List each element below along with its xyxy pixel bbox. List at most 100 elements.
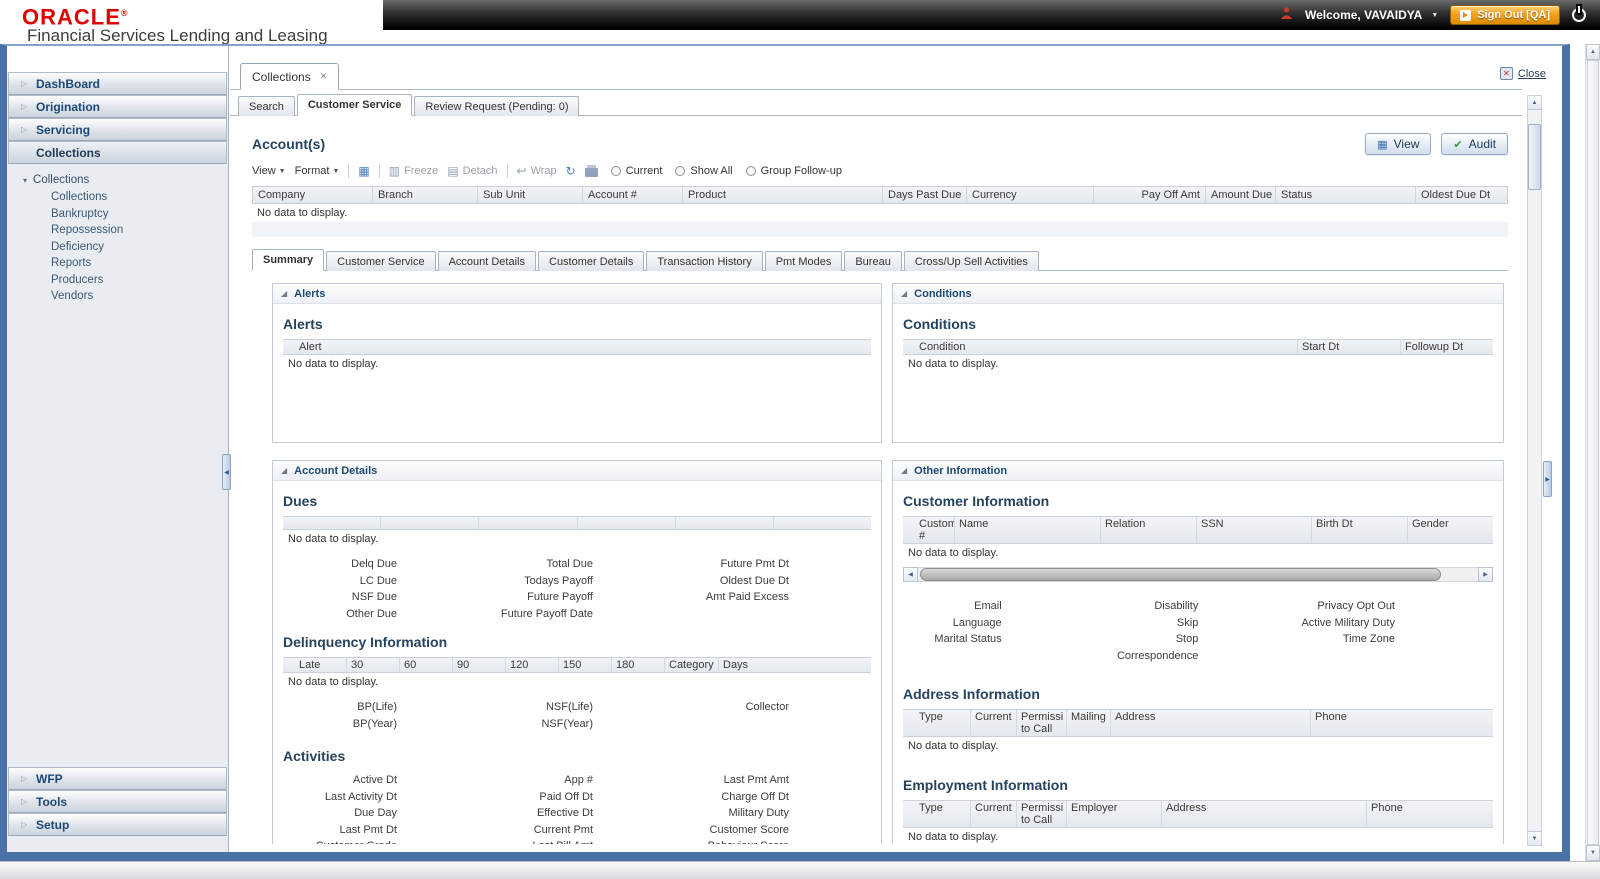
sign-out-button[interactable]: Sign Out [QA]: [1450, 5, 1560, 25]
alerts-panel-header[interactable]: ◢ Alerts: [273, 284, 881, 304]
tree-item-bankruptcy[interactable]: Bankruptcy: [23, 206, 226, 223]
customer-information-fields: Email Disability Privacy Opt Out Languag…: [903, 598, 1493, 664]
scroll-right-icon[interactable]: ▶: [1478, 567, 1493, 582]
print-icon[interactable]: [584, 165, 598, 177]
radio-group-follow-up[interactable]: Group Follow-up: [745, 165, 842, 177]
tree-item-repossession[interactable]: Repossession: [23, 222, 226, 239]
tab-pmt-modes[interactable]: Pmt Modes: [764, 251, 843, 271]
scroll-down-icon[interactable]: ▼: [1528, 831, 1541, 845]
tab-account-details[interactable]: Account Details: [437, 251, 536, 271]
field-label-empty: [675, 716, 871, 733]
sidebar-collapse-handle[interactable]: ◀: [222, 454, 231, 490]
scroll-down-icon[interactable]: ▼: [1586, 845, 1600, 861]
power-icon[interactable]: [1572, 8, 1586, 22]
scroll-up-icon[interactable]: ▲: [1528, 96, 1541, 110]
field-label: Charge Off Dt: [721, 790, 789, 803]
tree-item-reports[interactable]: Reports: [23, 255, 226, 272]
alerts-empty-row: No data to display.: [288, 358, 379, 370]
scrollbar-thumb[interactable]: [1528, 124, 1541, 190]
tab-review-request[interactable]: Review Request (Pending: 0): [414, 96, 580, 116]
sidebar-item-setup[interactable]: ▷ Setup: [8, 813, 227, 836]
detach-button[interactable]: ▤ Detach: [447, 165, 497, 177]
dues-empty-col: [283, 517, 382, 529]
radio-current[interactable]: Current: [610, 165, 662, 177]
sidebar-item-dashboard[interactable]: ▷ DashBoard: [8, 72, 227, 95]
wrap-icon: ↩: [516, 164, 527, 178]
tab-customer-service[interactable]: Customer Service: [296, 94, 413, 116]
col-company[interactable]: Company: [253, 187, 373, 203]
tree-item-producers[interactable]: Producers: [23, 272, 226, 289]
tab-bureau[interactable]: Bureau: [844, 251, 902, 271]
expand-arrow-icon: ▷: [21, 79, 28, 88]
tab-search[interactable]: Search: [238, 96, 295, 116]
tree-item-deficiency[interactable]: Deficiency: [23, 239, 226, 256]
tab-cross-up-sell[interactable]: Cross/Up Sell Activities: [903, 251, 1039, 271]
scroll-up-icon[interactable]: ▲: [1586, 44, 1600, 60]
col-pay-off-amt[interactable]: Pay Off Amt: [1094, 187, 1206, 203]
field-label: Future Payoff Date: [500, 607, 593, 620]
col-oldest-due-dt[interactable]: Oldest Due Dt: [1416, 187, 1507, 203]
sidebar-item-collections[interactable]: Collections: [8, 141, 227, 164]
sidebar-item-tools[interactable]: ▷ Tools: [8, 790, 227, 813]
other-information-panel-header[interactable]: ◢ Other Information: [893, 461, 1503, 481]
col-amount-due[interactable]: Amount Due: [1206, 187, 1276, 203]
detail-tabs: Summary Customer Service Account Details…: [252, 249, 1508, 271]
tree-item-vendors[interactable]: Vendors: [23, 288, 226, 305]
sidebar: ▷ DashBoard ▷ Origination ▷ Servicing Colle…: [7, 46, 229, 852]
sidebar-item-wfp[interactable]: ▷ WFP: [8, 767, 227, 790]
col-days-past-due[interactable]: Days Past Due: [883, 187, 967, 203]
col-followup-dt: Followup Dt: [1405, 341, 1464, 353]
employment-information-heading: Employment Information: [903, 777, 1068, 793]
export-grid-icon[interactable]: ▦: [358, 165, 369, 177]
radio-show-all[interactable]: Show All: [675, 165, 733, 177]
col-employer: Employer: [1067, 801, 1162, 827]
col-status[interactable]: Status: [1276, 187, 1416, 203]
tab-collections-window[interactable]: Collections ✕: [240, 63, 340, 90]
tab-transaction-history[interactable]: Transaction History: [646, 251, 763, 271]
tree-item-collections[interactable]: Collections: [23, 189, 226, 206]
col-account-number[interactable]: Account #: [583, 187, 683, 203]
col-currency[interactable]: Currency: [967, 187, 1094, 203]
col-phone: Phone: [1371, 802, 1403, 814]
dues-empty-col: [676, 517, 774, 529]
tab-customer-details[interactable]: Customer Details: [538, 251, 645, 271]
delinquency-heading: Delinquency Information: [283, 634, 448, 650]
dues-table-header: [283, 516, 871, 530]
field-label: Oldest Due Dt: [719, 574, 789, 587]
scrollbar-track[interactable]: [1528, 110, 1541, 831]
sidebar-item-label: Origination: [36, 99, 100, 114]
wrap-button[interactable]: ↩ Wrap: [517, 165, 557, 177]
close-button[interactable]: ✕ Close: [1499, 67, 1546, 80]
col-product[interactable]: Product: [683, 187, 883, 203]
conditions-panel-header[interactable]: ◢ Conditions: [893, 284, 1503, 304]
col-branch[interactable]: Branch: [373, 187, 478, 203]
address-information-table-header: Type Current Permissi to Call Mailing Ad…: [903, 709, 1493, 737]
tab-customer-service-detail[interactable]: Customer Service: [326, 251, 436, 271]
account-details-panel-header[interactable]: ◢ Account Details: [273, 461, 881, 481]
view-menu[interactable]: View ▼: [252, 165, 286, 177]
tab-close-icon[interactable]: ✕: [320, 71, 328, 82]
audit-button[interactable]: ✔ Audit: [1441, 133, 1508, 155]
activities-fields: Active Dt App # Last Pmt Amt Last Activi…: [283, 772, 871, 844]
format-menu[interactable]: Format ▼: [295, 165, 340, 177]
col-sub-unit[interactable]: Sub Unit: [478, 187, 583, 203]
scrollbar-thumb[interactable]: [920, 568, 1441, 581]
expand-arrow-icon: ▷: [21, 820, 28, 829]
tree-node-collections[interactable]: ▾ Collections: [23, 172, 226, 189]
alerts-panel: ◢ Alerts Alerts Alert No data to display.: [272, 283, 882, 443]
field-label: Amt Paid Excess: [705, 591, 789, 603]
view-button[interactable]: ▦ View: [1365, 133, 1432, 155]
tab-summary[interactable]: Summary: [252, 249, 325, 271]
sidebar-item-servicing[interactable]: ▷ Servicing: [8, 118, 227, 141]
panel-collapse-handle[interactable]: ▶: [1543, 461, 1552, 497]
field-label: Other Due: [346, 607, 397, 620]
refresh-icon[interactable]: ↻: [566, 165, 576, 177]
sidebar-item-origination[interactable]: ▷ Origination: [8, 95, 227, 118]
freeze-button[interactable]: ▥ Freeze: [389, 165, 439, 177]
welcome-menu[interactable]: Welcome, VAVAIDYA ▼: [1305, 8, 1438, 22]
scrollbar-track[interactable]: [918, 567, 1478, 582]
col-permission-to-call: Permissi to Call: [1017, 801, 1067, 827]
scrollbar-thumb[interactable]: [1587, 60, 1599, 845]
scroll-left-icon[interactable]: ◀: [903, 567, 918, 582]
col-start-dt: Start Dt: [1298, 340, 1401, 354]
